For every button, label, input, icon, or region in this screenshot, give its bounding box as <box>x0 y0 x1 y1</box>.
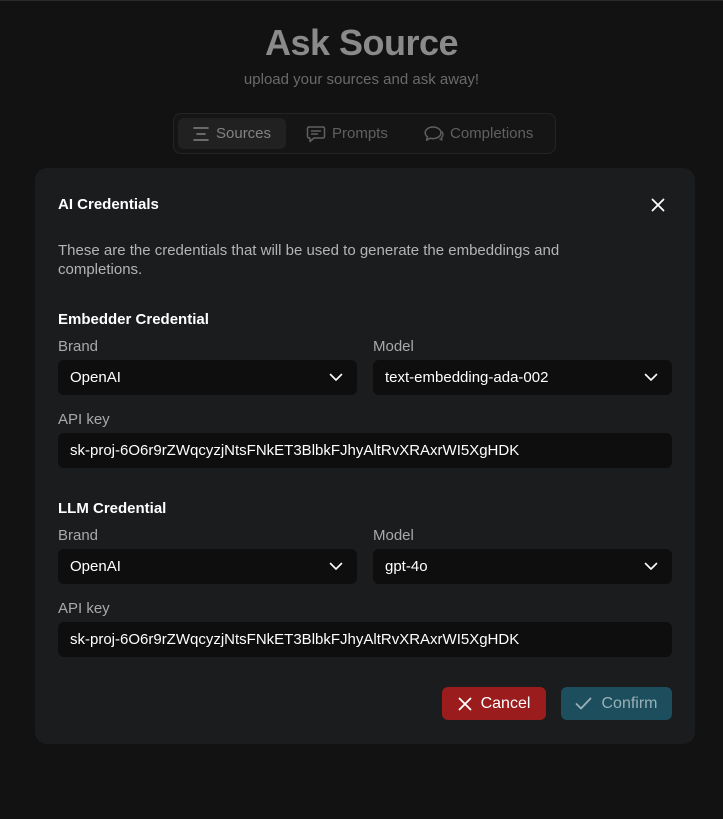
confirm-button[interactable]: Confirm <box>561 687 672 720</box>
tab-completions-label: Completions <box>450 125 534 142</box>
close-button[interactable] <box>647 194 669 216</box>
llm-model-label: Model <box>373 527 414 544</box>
embedder-api-key-input[interactable]: sk-proj-6O6r9rZWqcyzjNtsFNkET3BlbkFJhyAl… <box>58 433 672 468</box>
embedder-model-select[interactable]: text-embedding-ada-002 <box>373 360 672 395</box>
embedder-model-label: Model <box>373 338 414 355</box>
llm-model-value: gpt-4o <box>385 558 428 575</box>
chevron-down-icon <box>329 373 343 381</box>
llm-brand-label: Brand <box>58 527 99 544</box>
tab-sources-label: Sources <box>216 125 272 142</box>
llm-brand-select[interactable]: OpenAI <box>58 549 357 584</box>
cancel-button[interactable]: Cancel <box>442 687 546 720</box>
embedder-brand-select[interactable]: OpenAI <box>58 360 357 395</box>
cancel-label: Cancel <box>480 694 531 712</box>
llm-api-key-label: API key <box>58 600 110 617</box>
tab-prompts[interactable]: Prompts <box>296 118 396 149</box>
embedder-brand-value: OpenAI <box>70 369 121 386</box>
modal-description: These are the credentials that will be u… <box>58 242 560 278</box>
credentials-modal: AI Credentials These are the credentials… <box>35 168 695 744</box>
tab-prompts-label: Prompts <box>332 125 388 142</box>
tab-completions[interactable]: Completions <box>414 118 550 149</box>
chevron-down-icon <box>329 562 343 570</box>
app-subtitle: upload your sources and ask away! <box>243 71 480 88</box>
embedder-api-key-value: sk-proj-6O6r9rZWqcyzjNtsFNkET3BlbkFJhyAl… <box>70 442 520 459</box>
top-border <box>0 0 723 1</box>
embedder-section-title: Embedder Credential <box>58 311 209 328</box>
embedder-api-key-label: API key <box>58 411 110 428</box>
chevron-down-icon <box>644 373 658 381</box>
llm-api-key-input[interactable]: sk-proj-6O6r9rZWqcyzjNtsFNkET3BlbkFJhyAl… <box>58 622 672 657</box>
modal-title: AI Credentials <box>58 196 159 213</box>
app-title: Ask Source <box>264 22 459 63</box>
llm-api-key-value: sk-proj-6O6r9rZWqcyzjNtsFNkET3BlbkFJhyAl… <box>70 631 520 648</box>
llm-brand-value: OpenAI <box>70 558 121 575</box>
chat-bubbles-icon <box>424 125 444 141</box>
check-icon <box>576 697 592 710</box>
list-icon <box>193 126 209 141</box>
tab-bar: Sources Prompts Completions <box>173 113 556 154</box>
embedder-brand-label: Brand <box>58 338 99 355</box>
tab-sources[interactable]: Sources <box>178 118 286 149</box>
llm-model-select[interactable]: gpt-4o <box>373 549 672 584</box>
message-square-icon <box>306 125 326 142</box>
close-icon <box>458 697 471 710</box>
embedder-model-value: text-embedding-ada-002 <box>385 369 549 386</box>
llm-section-title: LLM Credential <box>58 500 167 517</box>
confirm-label: Confirm <box>601 694 658 712</box>
chevron-down-icon <box>644 562 658 570</box>
close-icon <box>651 198 665 212</box>
